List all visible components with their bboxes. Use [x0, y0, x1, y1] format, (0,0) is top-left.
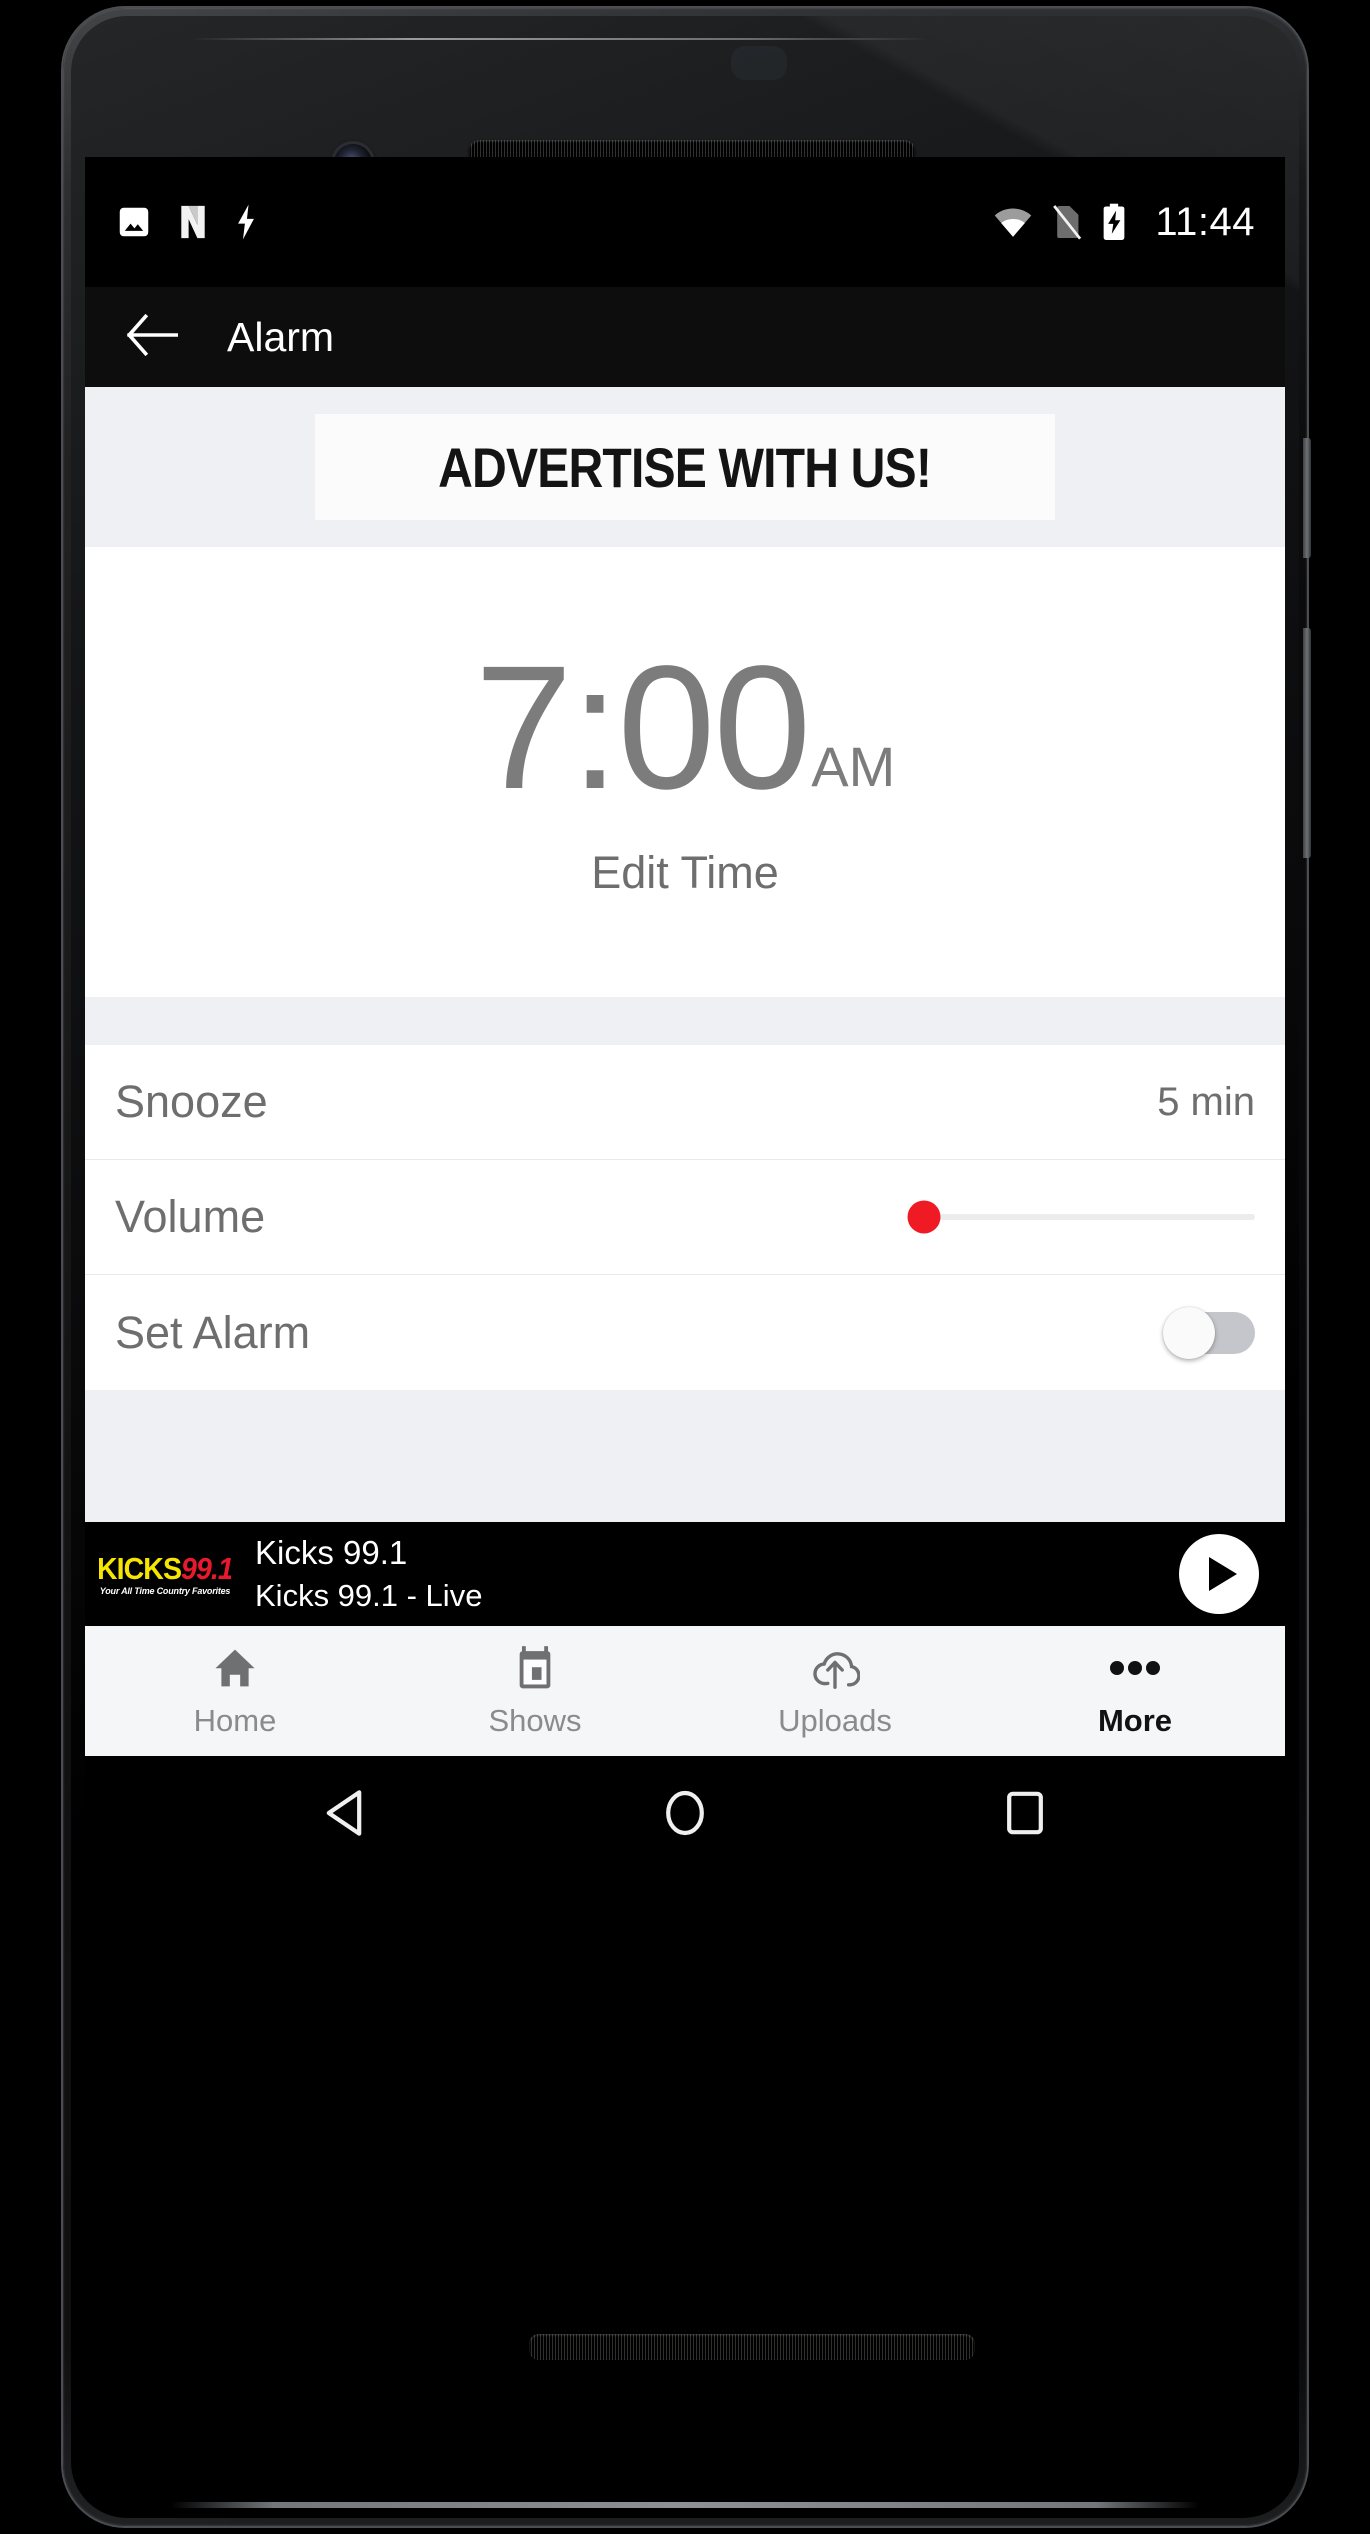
back-button[interactable]: [115, 300, 189, 374]
play-button[interactable]: [1179, 1534, 1259, 1614]
battery-charging-icon: [1101, 203, 1127, 241]
bottom-speaker: [529, 2334, 975, 2360]
bottom-tab-bar: Home Shows Uploads More: [85, 1626, 1285, 1756]
ad-banner[interactable]: ADVERTISE WITH US!: [85, 387, 1285, 547]
nav-home-button[interactable]: [630, 1760, 740, 1870]
volume-slider[interactable]: [907, 1189, 1255, 1245]
station-logo-wordmark: KICKS 99.1: [99, 1553, 231, 1584]
wifi-icon: [993, 206, 1033, 238]
tab-shows-label: Shows: [488, 1702, 582, 1738]
nav-back-button[interactable]: [290, 1760, 400, 1870]
back-triangle-icon: [322, 1788, 368, 1843]
home-circle-icon: [662, 1788, 708, 1843]
status-bar-system-icons: 11:44: [993, 200, 1255, 245]
ad-creative[interactable]: ADVERTISE WITH US!: [315, 414, 1055, 520]
section-divider-bottom: [85, 1390, 1285, 1522]
frame-highlight: [191, 38, 931, 40]
set-alarm-row[interactable]: Set Alarm: [85, 1275, 1285, 1390]
mini-player-bar[interactable]: KICKS99.1 ★ Your All Time Country Favori…: [85, 1522, 1285, 1626]
volume-rocker-button[interactable]: [1303, 438, 1311, 558]
frame-bottom-edge: [171, 2502, 1199, 2508]
page-title: Alarm: [227, 313, 335, 360]
app-bar: Alarm: [85, 287, 1285, 387]
snooze-row[interactable]: Snooze 5 min: [85, 1045, 1285, 1160]
tab-more-label: More: [1097, 1702, 1173, 1738]
volume-slider-thumb[interactable]: [907, 1200, 941, 1234]
snooze-value: 5 min: [1157, 1079, 1255, 1124]
volume-row[interactable]: Volume: [85, 1160, 1285, 1275]
alarm-meridiem: AM: [811, 734, 896, 798]
status-bar-clock: 11:44: [1155, 199, 1255, 244]
station-logo-tagline: Your All Time Country Favorites: [99, 1585, 231, 1596]
alarm-time-value: 7:00: [474, 630, 812, 827]
snooze-label: Snooze: [115, 1076, 268, 1127]
station-logo: KICKS99.1 ★ Your All Time Country Favori…: [99, 1542, 231, 1606]
player-metadata: Kicks 99.1 Kicks 99.1 - Live: [255, 1534, 482, 1614]
player-station-title: Kicks 99.1: [255, 1534, 408, 1571]
alarm-time-display: 7:00 AM: [474, 630, 896, 827]
set-alarm-toggle[interactable]: [1163, 1306, 1255, 1359]
recents-square-icon: [1004, 1789, 1046, 1842]
power-button[interactable]: [1303, 628, 1311, 858]
tab-home[interactable]: Home: [85, 1626, 385, 1756]
status-bar-notification-icons: [115, 203, 259, 241]
alarm-settings-list: Snooze 5 min Volume Set Alarm: [85, 1045, 1285, 1390]
tab-more[interactable]: More: [985, 1626, 1285, 1756]
logo-kicks-text: KICKS: [99, 1550, 182, 1586]
tab-home-label: Home: [193, 1702, 277, 1738]
set-alarm-label: Set Alarm: [115, 1306, 311, 1358]
tab-uploads[interactable]: Uploads: [685, 1626, 985, 1756]
android-status-bar: 11:44: [85, 157, 1285, 287]
more-dots-icon: [1109, 1644, 1161, 1692]
lightning-bolt-icon: [233, 203, 259, 241]
toggle-knob[interactable]: [1163, 1306, 1215, 1359]
image-icon: [115, 203, 153, 241]
home-icon: [212, 1644, 258, 1692]
proximity-sensor: [731, 46, 787, 80]
volume-slider-track[interactable]: [910, 1214, 1255, 1220]
alarm-time-card: 7:00 AM Edit Time: [85, 547, 1285, 997]
logo-frequency-text: 99.1: [181, 1550, 231, 1586]
volume-label: Volume: [115, 1191, 266, 1242]
player-now-playing: Kicks 99.1 - Live: [255, 1578, 483, 1613]
back-arrow-icon: [126, 313, 179, 361]
tab-uploads-label: Uploads: [778, 1702, 892, 1738]
nav-recents-button[interactable]: [970, 1760, 1080, 1870]
edit-time-button[interactable]: Edit Time: [591, 847, 779, 899]
android-nav-bar: [85, 1756, 1285, 1874]
no-sim-icon: [1051, 204, 1083, 240]
cloud-upload-icon: [810, 1644, 860, 1692]
station-logo-tagline-row: ★ Your All Time Country Favorites ★: [99, 1586, 231, 1596]
netflix-n-icon: [175, 203, 211, 241]
section-divider-top: [85, 997, 1285, 1045]
play-icon: [1208, 1557, 1237, 1591]
tab-shows[interactable]: Shows: [385, 1626, 685, 1756]
phone-screen: 11:44 Alarm ADVERTISE WITH US! 7:00 AM E…: [85, 157, 1285, 2301]
calendar-icon: [513, 1644, 557, 1692]
ad-banner-text: ADVERTISE WITH US!: [438, 435, 933, 499]
